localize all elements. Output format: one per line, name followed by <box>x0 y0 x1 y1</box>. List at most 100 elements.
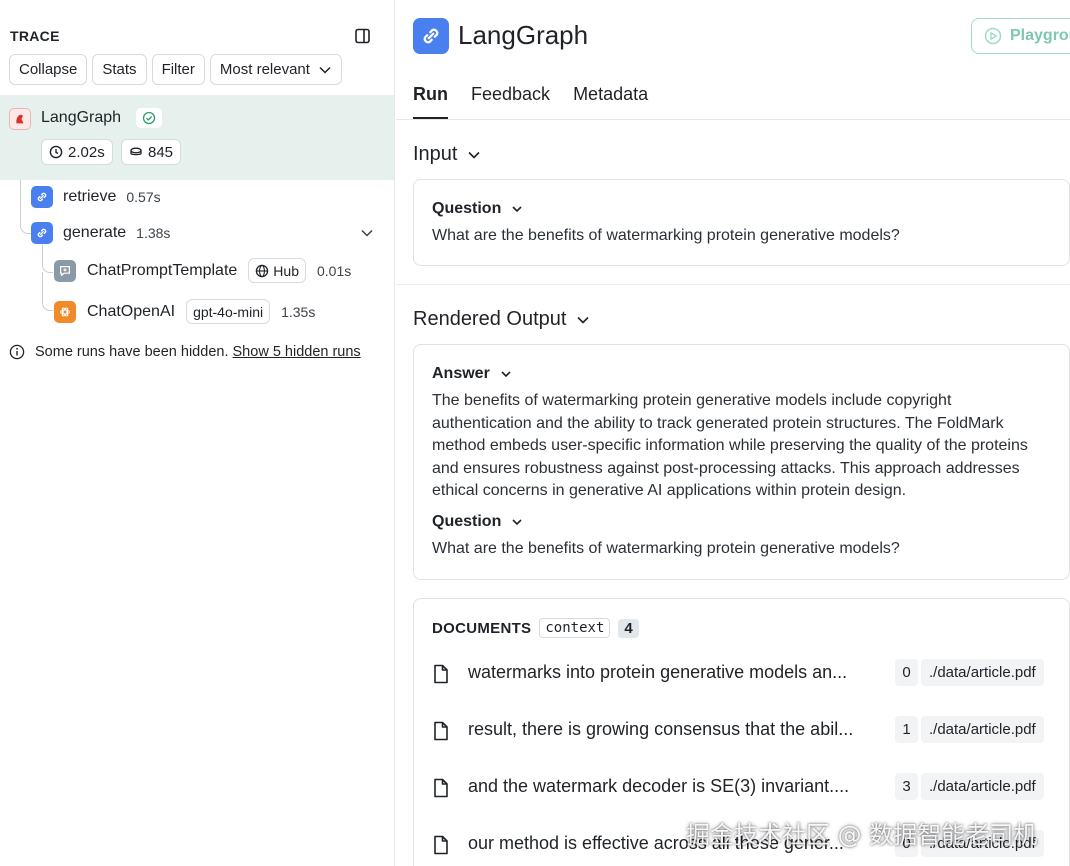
document-snippet: and the watermark decoder is SE(3) invar… <box>468 776 850 796</box>
run-time: 0.57s <box>126 189 161 205</box>
model-tag: gpt-4o-mini <box>186 299 271 324</box>
question-field-toggle[interactable]: Question <box>432 513 523 531</box>
file-icon <box>434 778 448 798</box>
globe-icon <box>256 264 269 277</box>
info-icon <box>9 344 25 360</box>
input-section-title: Input <box>413 143 458 165</box>
run-time: 0.01s <box>316 262 352 279</box>
detail-tabs: Run Feedback Metadata <box>413 84 648 119</box>
documents-title: DOCUMENTS <box>432 619 532 637</box>
hub-tag-label: Hub <box>273 262 299 279</box>
file-icon <box>434 721 448 741</box>
run-time: 1.35s <box>281 303 316 320</box>
tokens-chip: 845 <box>121 139 182 165</box>
sort-dropdown[interactable]: Most relevant <box>209 54 342 85</box>
answer-value: The benefits of watermarking protein gen… <box>432 392 1028 499</box>
file-icon <box>434 664 448 684</box>
section-divider <box>396 284 1070 285</box>
document-index: 0 <box>895 659 918 686</box>
clock-icon <box>49 145 63 159</box>
answer-field-toggle[interactable]: Answer <box>432 365 512 383</box>
list-item[interactable]: result, there is growing consensus that … <box>414 704 1069 761</box>
hub-tag: Hub <box>248 258 306 283</box>
stats-button[interactable]: Stats <box>92 54 147 85</box>
collapse-button[interactable]: Collapse <box>9 54 88 85</box>
document-source: ./data/article.pdf <box>921 716 1044 743</box>
trace-panel: TRACE Collapse Stats Filter Most relevan… <box>0 0 395 866</box>
tokens-value: 845 <box>148 143 174 161</box>
tree-connector <box>42 272 53 311</box>
hidden-runs-text: Some runs have been hidden. <box>35 344 229 360</box>
playground-button[interactable]: Playgrou <box>971 18 1070 54</box>
coins-icon <box>130 147 142 156</box>
openai-icon <box>54 300 76 323</box>
document-source: ./data/article.pdf <box>921 659 1044 686</box>
trace-run-generate[interactable]: generate 1.38s <box>31 222 170 244</box>
document-snippet: result, there is growing consensus that … <box>468 719 854 739</box>
chevron-down-icon <box>577 316 590 324</box>
page-title: LangGraph <box>458 20 589 50</box>
sort-dropdown-label: Most relevant <box>219 61 310 78</box>
output-section-toggle[interactable]: Rendered Output <box>413 308 590 331</box>
output-card: Answer The benefits of watermarking prot… <box>413 344 1070 580</box>
tab-feedback[interactable]: Feedback <box>471 84 550 119</box>
latency-chip: 2.02s <box>41 139 113 165</box>
input-section-toggle[interactable]: Input <box>413 143 481 166</box>
panel-toggle-icon[interactable] <box>354 27 372 45</box>
collapse-chevron-icon[interactable] <box>360 226 374 240</box>
question-label: Question <box>432 200 502 217</box>
file-icon <box>434 835 448 855</box>
output-section-title: Rendered Output <box>413 308 567 330</box>
tab-metadata[interactable]: Metadata <box>573 84 648 119</box>
tabs-divider <box>396 119 1070 120</box>
chain-link-icon <box>31 186 53 208</box>
input-card: Question What are the benefits of waterm… <box>413 179 1070 266</box>
run-name: ChatOpenAI <box>87 302 176 320</box>
trace-run-chatprompttemplate[interactable]: ChatPromptTemplate Hub 0.01s <box>54 258 351 283</box>
hidden-runs-note: Some runs have been hidden. Show 5 hidde… <box>9 344 361 360</box>
trace-toolbar: Collapse Stats Filter Most relevant <box>9 54 342 85</box>
prompt-icon <box>54 259 76 282</box>
latency-value: 2.02s <box>68 143 105 161</box>
question-value: What are the benefits of watermarking pr… <box>432 540 900 557</box>
chevron-down-icon <box>512 519 522 526</box>
tree-connector <box>42 245 43 263</box>
run-name: ChatPromptTemplate <box>87 261 238 279</box>
document-snippet: watermarks into protein generative model… <box>468 662 848 682</box>
play-circle-icon <box>984 27 1002 45</box>
chevron-down-icon <box>468 151 481 159</box>
list-item[interactable]: and the watermark decoder is SE(3) invar… <box>414 761 1069 818</box>
trace-title: TRACE <box>10 28 60 44</box>
langgraph-icon <box>9 108 31 130</box>
playground-label: Playgrou <box>1010 27 1070 44</box>
documents-count-badge: 4 <box>618 618 639 638</box>
run-name: generate <box>63 224 127 241</box>
chevron-down-icon <box>512 206 522 213</box>
tree-connector <box>20 180 21 199</box>
run-detail-panel: LangGraph Playgrou Run Feedback Metadata… <box>396 0 1070 866</box>
answer-label: Answer <box>432 365 490 382</box>
show-hidden-runs-link[interactable]: Show 5 hidden runs <box>233 344 361 360</box>
documents-header: DOCUMENTS context 4 <box>432 618 639 638</box>
trace-run-chatopenai[interactable]: ChatOpenAI gpt-4o-mini 1.35s <box>54 299 315 324</box>
root-run-name: LangGraph <box>41 109 122 126</box>
question-label: Question <box>432 513 502 530</box>
run-name: retrieve <box>63 188 117 205</box>
document-source: ./data/article.pdf <box>921 773 1044 800</box>
chain-link-icon <box>31 222 53 244</box>
chevron-down-icon <box>319 66 331 74</box>
chain-link-icon <box>413 18 449 54</box>
run-time: 1.38s <box>136 225 171 241</box>
document-index: 1 <box>895 716 918 743</box>
site-watermark: 掘金技术社区 @ 数据智能老司机 <box>686 821 1038 849</box>
documents-key-tag: context <box>539 618 611 638</box>
tree-connector <box>20 198 31 234</box>
trace-run-retrieve[interactable]: retrieve 0.57s <box>31 186 161 208</box>
document-index: 3 <box>895 773 918 800</box>
trace-root-row[interactable]: LangGraph 2.02s 845 <box>0 95 394 180</box>
list-item[interactable]: watermarks into protein generative model… <box>414 647 1069 704</box>
success-check-icon <box>136 108 162 128</box>
tab-run[interactable]: Run <box>413 84 448 119</box>
filter-button[interactable]: Filter <box>151 54 205 85</box>
question-field-toggle[interactable]: Question <box>432 200 523 218</box>
